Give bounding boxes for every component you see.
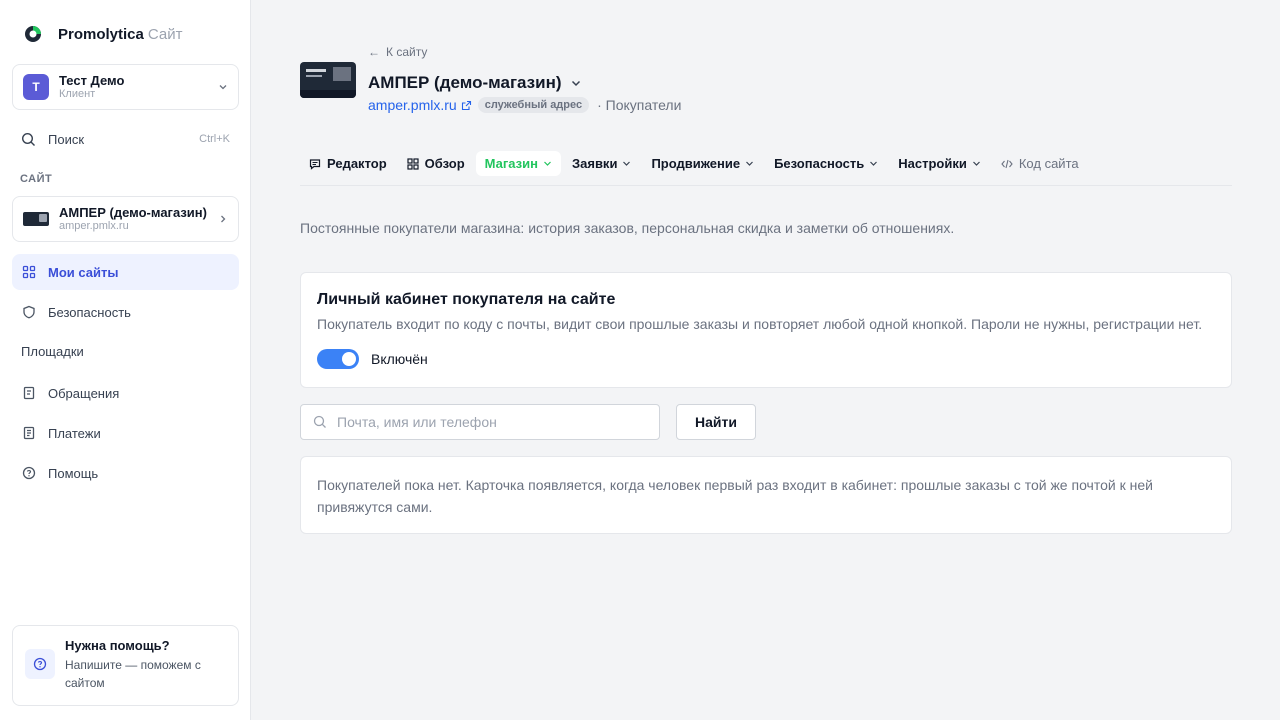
search-icon [313,415,326,428]
shield-icon [23,305,35,319]
help-card-icon-box [25,649,55,679]
account-name: Тест Демо [59,73,125,88]
find-button[interactable]: Найти [676,404,756,440]
help-card-title: Нужна помощь? [65,638,170,653]
sidebar-item-label: Обращения [48,385,120,401]
code-icon [1001,159,1013,168]
page-title: АМПЕР (демо-магазин) [368,73,562,92]
back-link-label: К сайту [386,45,428,59]
site-url-link[interactable]: amper.pmlx.ru [368,97,457,113]
chevron-down-icon [623,161,631,166]
site-title-dropdown[interactable]: АМПЕР (демо-магазин) [368,73,582,93]
grid-icon [22,265,36,279]
help-card-text: Напишите — поможем с сайтом [65,658,201,690]
tab-overview[interactable]: Обзор [398,151,474,176]
customer-account-panel: Личный кабинет покупателя на сайте Покуп… [300,272,1232,388]
tab-label: Безопасность [774,156,865,171]
sidebar-item-tickets[interactable]: Обращения [12,375,239,411]
sidebar-item-label: Мои сайты [48,264,119,280]
external-link-icon[interactable] [461,100,472,111]
brand-name: Promolytica [58,25,144,43]
sidebar: Promolytica Сайт Т Тест Демо Клиент Поис… [0,0,251,720]
search-shortcut: Ctrl+K [199,133,230,145]
receipt-icon [23,426,35,440]
customer-account-toggle[interactable] [317,349,359,369]
page-description: Постоянные покупатели магазина: история … [300,220,955,236]
account-role: Клиент [59,88,96,100]
toggle-label: Включён [371,351,428,367]
chevron-down-icon [746,161,754,166]
tab-settings[interactable]: Настройки [889,151,990,176]
tab-requests[interactable]: Заявки [563,151,640,176]
tab-label: Заявки [571,156,618,171]
grid-icon [407,157,419,170]
sidebar-item-label: Помощь [48,465,99,481]
tab-promotion[interactable]: Продвижение [642,151,763,176]
customer-search-input[interactable] [337,414,647,430]
back-link[interactable]: ← К сайту [368,45,427,59]
current-site-name: АМПЕР (демо-магазин) [59,205,207,220]
current-site-domain: amper.pmlx.ru [59,220,129,232]
tab-shop[interactable]: Магазин [475,151,561,176]
sidebar-search-label: Поиск [48,131,85,147]
sidebar-item-label: Платежи [48,425,101,441]
avatar: Т [23,74,49,100]
tab-security[interactable]: Безопасность [765,151,887,176]
sidebar-item-payments[interactable]: Платежи [12,415,239,451]
question-circle-icon [22,466,36,480]
brand-suffix: Сайт [147,25,183,43]
sidebar-item-security[interactable]: Безопасность [12,294,239,330]
panel-title: Личный кабинет покупателя на сайте [317,291,616,308]
arrow-left-icon: ← [368,45,380,59]
sidebar-item-platforms[interactable]: Площадки [21,344,84,359]
tab-label: Настройки [898,156,967,171]
site-tabs: Редактор Обзор Магазин Заявки Продвижени… [300,151,1232,186]
section-label-site: САЙТ [20,173,53,185]
tab-editor[interactable]: Редактор [300,151,396,176]
chevron-down-icon [219,85,227,90]
question-circle-icon [33,657,47,671]
promolytica-logo-icon [25,26,41,42]
tab-label: Магазин [484,156,538,171]
message-square-icon [309,158,321,170]
breadcrumb: · Покупатели [597,97,682,113]
current-site-card[interactable]: АМПЕР (демо-магазин) amper.pmlx.ru [12,196,239,242]
tab-label: Обзор [424,156,465,171]
service-address-badge: служебный адрес [477,97,590,113]
help-card[interactable]: Нужна помощь? Напишите — поможем с сайто… [12,625,239,706]
sidebar-search[interactable]: Поиск Ctrl+K [12,128,239,150]
tab-label: Редактор [327,156,387,171]
chevron-down-icon [544,161,551,166]
tab-site-code[interactable]: Код сайта [992,151,1088,176]
tab-label: Продвижение [651,156,741,171]
site-subheader: amper.pmlx.ru служебный адрес · Покупате… [368,97,681,113]
account-switcher[interactable]: Т Тест Демо Клиент [12,64,239,110]
panel-description: Покупатель входит по коду с почты, видит… [317,316,1203,332]
site-preview-thumbnail [300,62,356,98]
sidebar-item-label: Безопасность [48,304,131,320]
ticket-icon [23,386,35,400]
chevron-right-icon [221,215,226,223]
customer-search-box[interactable] [300,404,660,440]
site-thumbnail [23,212,49,226]
search-icon [21,132,35,146]
brand[interactable]: Promolytica Сайт [24,24,182,44]
tab-label: Код сайта [1018,156,1079,171]
chevron-down-icon [571,80,580,87]
empty-state-message: Покупателей пока нет. Карточка появляетс… [300,456,1232,534]
sidebar-item-help[interactable]: Помощь [12,455,239,491]
chevron-down-icon [972,161,980,166]
sidebar-item-my-sites[interactable]: Мои сайты [12,254,239,290]
chevron-down-icon [870,161,878,166]
